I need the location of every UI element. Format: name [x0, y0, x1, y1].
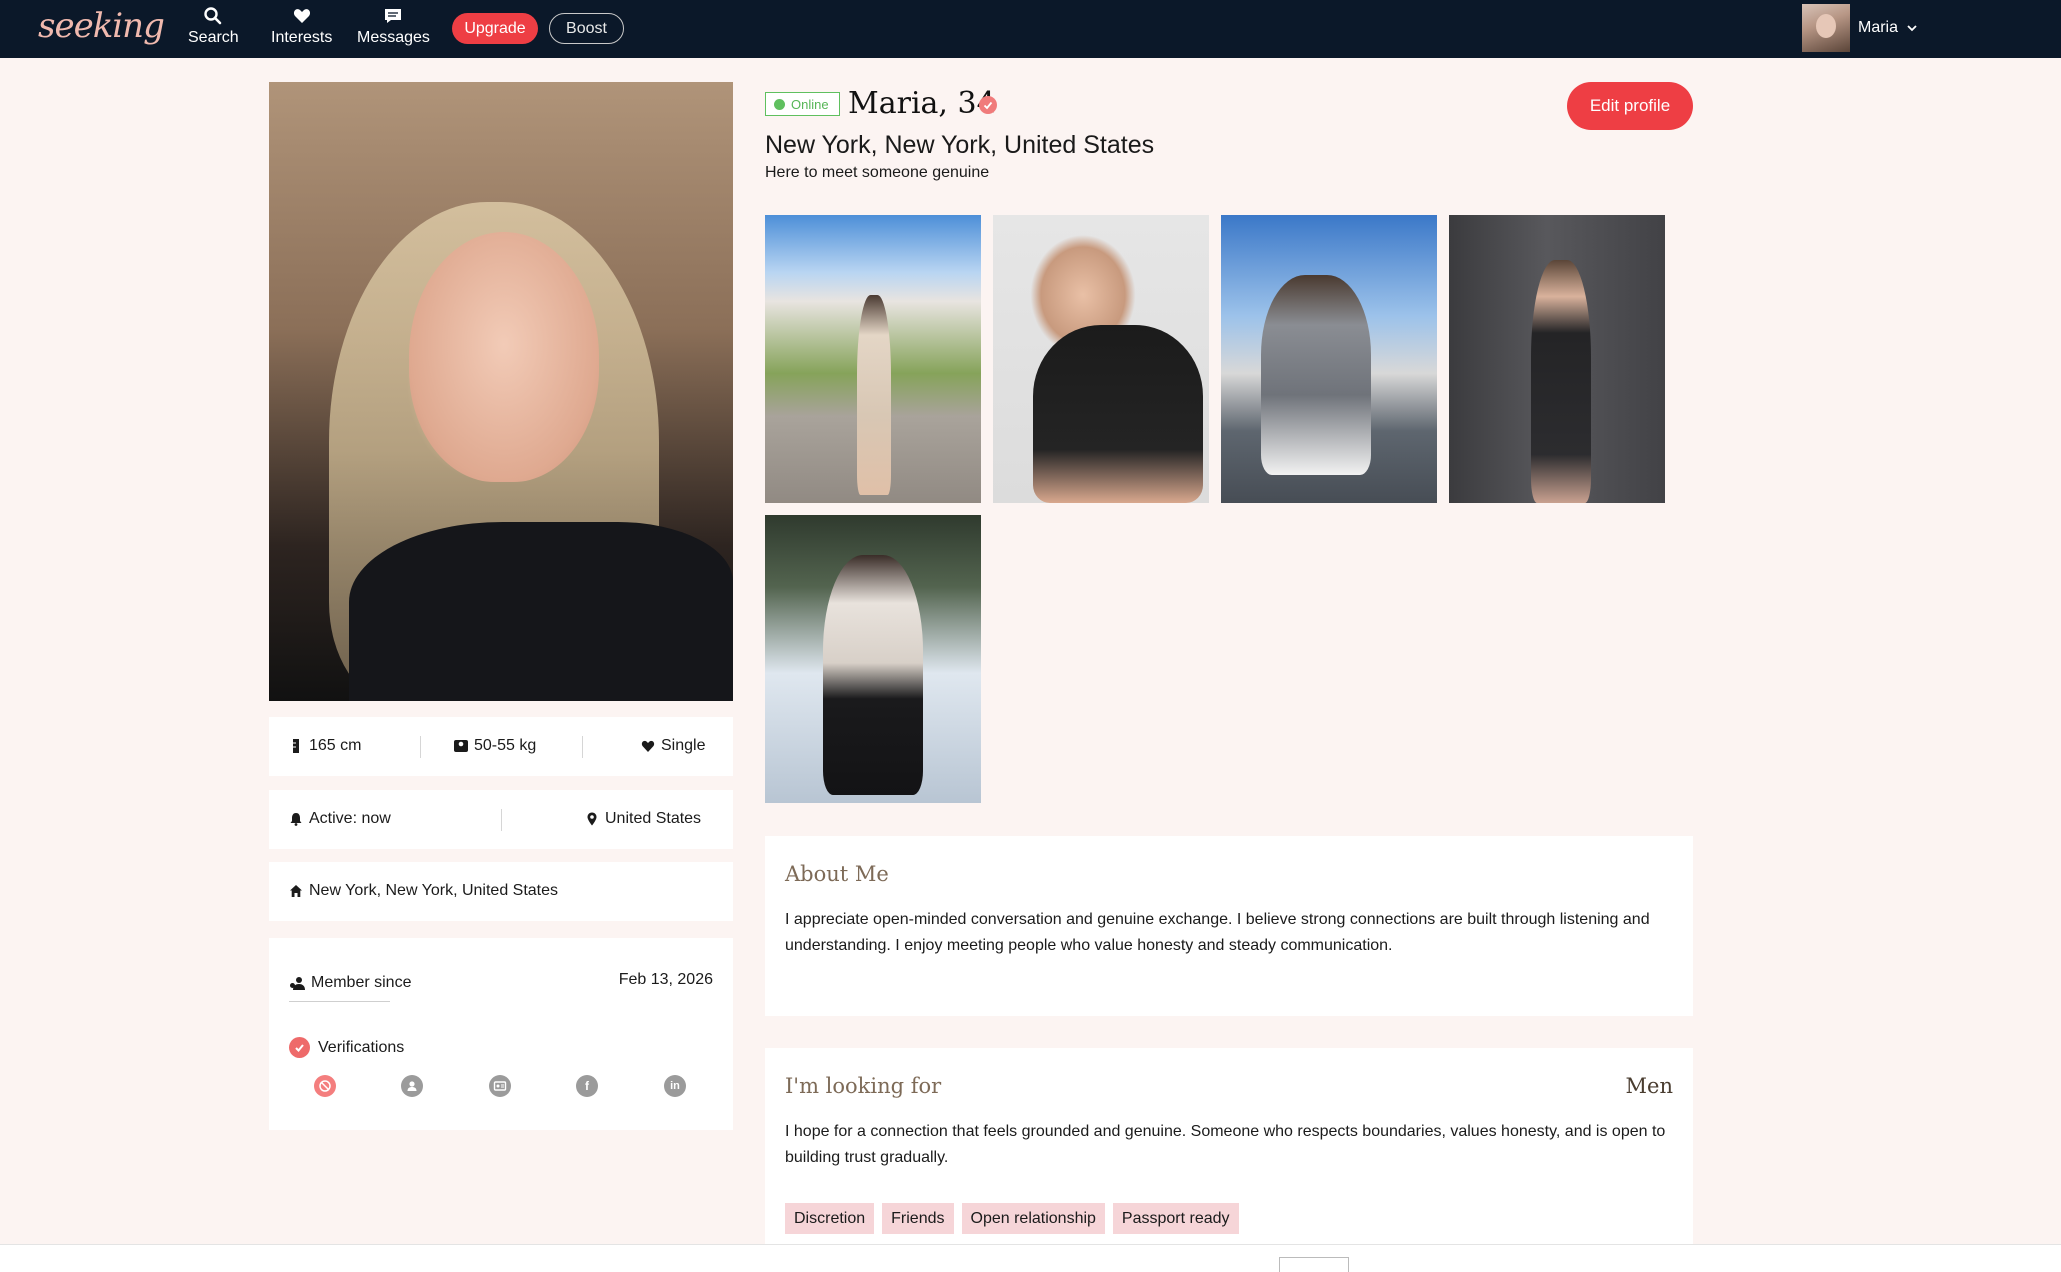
- gallery-photo[interactable]: [1221, 215, 1437, 503]
- linkedin-icon[interactable]: in: [664, 1075, 686, 1097]
- member-underline: [289, 1001, 390, 1002]
- upgrade-button[interactable]: Upgrade: [452, 13, 538, 44]
- stats-card: 165 cm 50-55 kg Single: [269, 717, 733, 776]
- member-since-date: Feb 13, 2026: [618, 971, 713, 988]
- heart-icon: [293, 9, 310, 23]
- active-value: Active: now: [309, 810, 391, 827]
- profile-name: Maria, 34: [848, 86, 996, 121]
- photo-figure: [823, 555, 923, 795]
- profile-location: New York, New York, United States: [765, 131, 1155, 159]
- height-stat: 165 cm: [289, 737, 361, 755]
- profile-tagline: Here to meet someone genuine: [765, 164, 990, 181]
- search-icon: [204, 7, 222, 25]
- photo-figure: [1261, 275, 1371, 475]
- members-icon: [290, 977, 305, 990]
- home-stat: New York, New York, United States: [289, 882, 558, 900]
- top-navbar: seeking Search Interests Messages Upgrad…: [0, 0, 2061, 58]
- nav-messages[interactable]: Messages: [357, 6, 430, 47]
- online-dot-icon: [774, 98, 785, 110]
- country-stat: United States: [585, 810, 701, 828]
- weight-value: 50-55 kg: [474, 737, 537, 754]
- active-stat: Active: now: [289, 810, 391, 828]
- gallery-photo[interactable]: [765, 515, 981, 803]
- looking-target: Men: [1625, 1074, 1673, 1098]
- nav-interests[interactable]: Interests: [271, 6, 332, 47]
- photo-figure: [1531, 260, 1591, 503]
- country-value: United States: [605, 810, 702, 827]
- nav-search[interactable]: Search: [188, 6, 239, 47]
- seeking-logo[interactable]: seeking: [38, 6, 165, 46]
- banner-text: [610, 1263, 1270, 1272]
- banner-button[interactable]: [1279, 1257, 1349, 1272]
- main-profile-photo[interactable]: [269, 82, 733, 701]
- about-body: I appreciate open-minded conversation an…: [785, 911, 1650, 954]
- divider: [582, 736, 583, 758]
- bell-icon: [290, 813, 302, 826]
- photo-verify-icon[interactable]: [314, 1075, 336, 1097]
- about-me-card: About Me I appreciate open-minded conver…: [765, 836, 1693, 1016]
- nav-interests-label: Interests: [271, 29, 333, 46]
- facebook-icon[interactable]: f: [576, 1075, 598, 1097]
- avatar[interactable]: [1802, 4, 1850, 52]
- profile-verify-icon[interactable]: [401, 1075, 423, 1097]
- height-value: 165 cm: [309, 737, 362, 754]
- divider: [420, 736, 421, 758]
- photo-figure: [1033, 325, 1203, 503]
- tag-chip: Open relationship: [961, 1203, 1105, 1234]
- nav-search-label: Search: [188, 29, 239, 46]
- ruler-icon: [293, 739, 299, 753]
- member-since-text: Member since: [311, 974, 412, 991]
- divider: [501, 809, 502, 831]
- chevron-down-icon: [1907, 25, 1917, 32]
- home-icon: [290, 885, 302, 897]
- home-value: New York, New York, United States: [309, 882, 559, 899]
- online-status-text: Online: [791, 96, 829, 112]
- looking-for-card: I'm looking for Men I hope for a connect…: [765, 1048, 1693, 1248]
- relationship-stat: Single: [641, 737, 705, 755]
- location-pin-icon: [587, 812, 597, 826]
- gallery-photo[interactable]: [1449, 215, 1665, 503]
- chat-icon: [385, 9, 402, 23]
- relationship-value: Single: [661, 737, 706, 754]
- verifications-label: Verifications: [289, 1037, 404, 1058]
- weight-stat: 50-55 kg: [454, 737, 536, 755]
- verified-badge-icon: [979, 96, 997, 114]
- verified-check-icon: [289, 1037, 310, 1058]
- looking-tags: Discretion Friends Open relationship Pas…: [785, 1203, 1239, 1234]
- heart-icon: [641, 740, 655, 752]
- member-since-label: Member since: [289, 974, 411, 992]
- looking-title: I'm looking for: [785, 1074, 942, 1098]
- edit-profile-button[interactable]: Edit profile: [1567, 82, 1693, 130]
- tag-chip: Discretion: [785, 1203, 875, 1234]
- membership-card: Member since Feb 13, 2026 Verifications …: [269, 938, 733, 1130]
- bottom-banner: [0, 1244, 2061, 1272]
- about-title: About Me: [785, 862, 889, 886]
- looking-body: I hope for a connection that feels groun…: [785, 1123, 1666, 1166]
- home-card: New York, New York, United States: [269, 862, 733, 921]
- scale-icon: [454, 740, 468, 752]
- nav-messages-label: Messages: [357, 29, 430, 46]
- user-name: Maria: [1858, 19, 1899, 36]
- id-verify-icon[interactable]: [489, 1075, 511, 1097]
- user-menu[interactable]: Maria: [1802, 4, 1918, 52]
- photo-face: [409, 232, 599, 482]
- activity-card: Active: now United States: [269, 790, 733, 849]
- tag-chip: Friends: [882, 1203, 954, 1234]
- gallery-photo[interactable]: [993, 215, 1209, 503]
- boost-button[interactable]: Boost: [549, 13, 624, 44]
- verifications-text: Verifications: [318, 1038, 405, 1056]
- photo-figure: [857, 295, 891, 495]
- gallery-photo[interactable]: [765, 215, 981, 503]
- tag-chip: Passport ready: [1112, 1203, 1239, 1234]
- online-status-badge: Online: [765, 92, 840, 116]
- photo-clothing: [349, 522, 733, 701]
